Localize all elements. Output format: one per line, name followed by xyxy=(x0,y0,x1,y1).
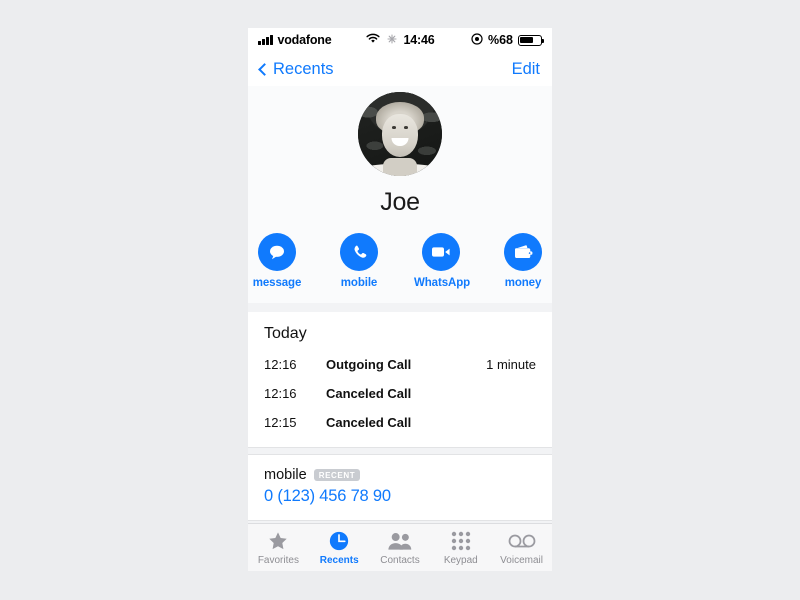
message-bubble-icon xyxy=(258,233,296,271)
tab-favorites[interactable]: Favorites xyxy=(248,530,309,566)
phone-screen: vodafone 14:46 %68 Recents Edit Joe mess… xyxy=(248,28,552,571)
call-type: Outgoing Call xyxy=(326,357,412,372)
status-bar-right: %68 xyxy=(471,32,545,48)
battery-icon xyxy=(518,34,545,46)
table-row[interactable]: 12:15 Canceled Call xyxy=(264,408,536,437)
tab-contacts-label: Contacts xyxy=(380,554,420,566)
keypad-icon xyxy=(430,530,491,553)
phone-number[interactable]: 0 (123) 456 78 90 xyxy=(264,487,536,506)
call-history-heading: Today xyxy=(264,325,307,342)
action-mobile[interactable]: mobile xyxy=(332,233,386,289)
table-row[interactable]: 12:16 Outgoing Call 1 minute xyxy=(264,350,536,379)
call-duration: 1 minute xyxy=(486,357,536,372)
tab-contacts[interactable]: Contacts xyxy=(370,530,431,566)
action-whatsapp-label: WhatsApp xyxy=(414,277,471,289)
phone-number-card: mobile RECENT 0 (123) 456 78 90 xyxy=(248,455,552,520)
star-icon xyxy=(248,530,309,553)
action-mobile-label: mobile xyxy=(340,277,378,289)
call-type: Canceled Call xyxy=(326,386,412,401)
action-money-label: money xyxy=(504,277,542,289)
wallet-icon xyxy=(504,233,542,271)
location-icon xyxy=(471,32,483,48)
action-whatsapp[interactable]: WhatsApp xyxy=(414,233,471,289)
section-separator xyxy=(248,303,552,312)
call-time: 12:15 xyxy=(264,415,297,430)
call-type: Canceled Call xyxy=(326,415,412,430)
tab-keypad[interactable]: Keypad xyxy=(430,530,491,566)
call-time: 12:16 xyxy=(264,357,297,372)
status-bar-left: vodafone xyxy=(258,33,332,47)
battery-percent-label: %68 xyxy=(487,33,513,47)
edit-button[interactable]: Edit xyxy=(512,60,540,79)
call-history-card: Today 12:16 Outgoing Call 1 minute 12:16… xyxy=(248,312,552,447)
back-button-label: Recents xyxy=(273,59,334,78)
phone-label: mobile xyxy=(264,467,307,483)
contact-name: Joe xyxy=(380,188,420,216)
signal-bars-icon xyxy=(258,35,273,45)
status-badge: RECENT xyxy=(313,468,361,482)
action-message[interactable]: message xyxy=(250,233,304,289)
action-message-label: message xyxy=(252,277,302,289)
phone-icon xyxy=(340,233,378,271)
status-bar: vodafone 14:46 %68 xyxy=(248,28,552,52)
page-background: vodafone 14:46 %68 Recents Edit Joe mess… xyxy=(0,0,800,600)
tab-voicemail[interactable]: Voicemail xyxy=(491,530,552,566)
tab-favorites-label: Favorites xyxy=(257,554,299,566)
wifi-icon xyxy=(365,33,380,47)
tab-recents[interactable]: Recents xyxy=(309,530,370,566)
chevron-left-icon xyxy=(258,62,271,76)
action-buttons: message mobile WhatsApp money xyxy=(248,233,552,289)
call-time: 12:16 xyxy=(264,386,297,401)
contact-header: Joe message mobile WhatsApp money xyxy=(248,86,552,303)
navigation-bar: Recents Edit xyxy=(248,52,552,86)
carrier-label: vodafone xyxy=(277,33,332,47)
tab-voicemail-label: Voicemail xyxy=(500,554,543,566)
snowflake-icon xyxy=(386,33,397,47)
phone-label-row: mobile RECENT xyxy=(264,467,536,483)
video-camera-icon xyxy=(422,233,460,271)
tab-recents-label: Recents xyxy=(319,554,359,566)
table-row[interactable]: 12:16 Canceled Call xyxy=(264,379,536,408)
people-icon xyxy=(370,530,431,553)
back-button-recents[interactable]: Recents xyxy=(258,59,334,79)
avatar xyxy=(358,92,442,176)
voicemail-icon xyxy=(491,530,552,553)
tab-bar: Favorites Recents Contacts Keypad Voicem… xyxy=(248,523,552,571)
clock-icon xyxy=(309,530,370,553)
status-bar-clock: 14:46 xyxy=(403,33,435,47)
tab-keypad-label: Keypad xyxy=(443,554,478,566)
action-money[interactable]: money xyxy=(496,233,550,289)
